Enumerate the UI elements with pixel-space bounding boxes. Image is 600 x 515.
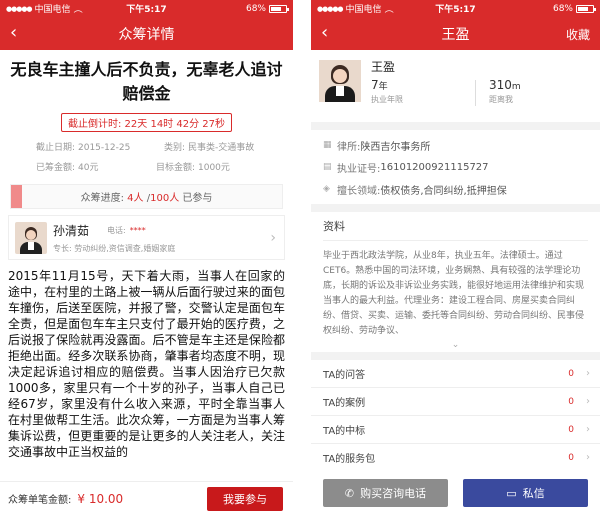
crowdfunding-detail-screen: ●●●●● 中国电信 ︵ 下午5:17 68% ‹ 众筹详情 无良车主撞人后不负责，…: [0, 0, 293, 515]
firm-row: ▦ 律所: 陕西吉尔事务所: [323, 134, 588, 156]
distance-stat: 310m 距离我: [489, 78, 521, 104]
bio-section: 资料 毕业于西北政法学院，从业8年，执业五年。法律硕士。通过CET6。熟悉中国的…: [311, 212, 600, 352]
status-bar: ●●●●● 中国电信 ︵ 下午5:17 68%: [311, 0, 600, 17]
lawyer-specialty: 专长: 劳动纠纷,资信调查,婚姻家庭: [53, 243, 176, 253]
battery-percent: 68%: [245, 3, 266, 14]
activity-list: TA的问答 0 › TA的案例 0 › TA的中标 0 › TA的服务包 0 ›: [311, 360, 600, 472]
wifi-icon: ︵: [384, 5, 394, 15]
carrier-label: 中国电信: [34, 5, 71, 15]
raised-value: 40元: [78, 163, 99, 173]
battery-icon: [576, 4, 596, 13]
chevron-right-icon: ›: [586, 452, 590, 463]
license-row: ▤ 执业证号: 16101200921115727: [323, 161, 489, 175]
lawyer-details: ▦ 律所: 陕西吉尔事务所 ▤ 执业证号: 16101200921115727 ◈ 擅…: [311, 130, 600, 204]
bio-text: 毕业于西北政法学院，从业8年，执业五年。法律硕士。通过CET6。熟悉中国的司法环…: [323, 251, 585, 336]
bottom-bar: 众筹单笔金额: ¥ 10.00 我要参与: [0, 481, 293, 515]
bio-title: 资料: [323, 218, 588, 241]
raised-label: 已筹金额:: [35, 163, 75, 173]
tag-icon: ◈: [323, 184, 330, 194]
divider: [475, 80, 476, 106]
nav-bar: ‹ 众筹详情: [0, 17, 293, 50]
profile-header: 王盈 7年 执业年限 310m 距离我: [311, 50, 600, 122]
case-description: 2015年11月15号，天下着大雨，当事人在回家的途中，在村里的土路上被一辆从后…: [8, 269, 285, 459]
license-value: 16101200921115727: [380, 161, 489, 173]
list-item-bids[interactable]: TA的中标 0 ›: [311, 416, 600, 444]
phone-value: ****: [129, 225, 146, 235]
license-icon: ▤: [323, 162, 332, 172]
buy-call-button[interactable]: ✆ 购买咨询电话: [323, 479, 448, 507]
progress-text: 众筹进度: 4人 /100人 已参与: [80, 193, 213, 204]
page-title: 王盈: [441, 26, 470, 43]
deadline-value: 2015-12-25: [78, 143, 131, 153]
amount-label: 众筹单笔金额:: [8, 495, 72, 506]
chevron-right-icon: ›: [586, 368, 590, 379]
signal-icon: ●●●●●: [317, 4, 344, 13]
lawyer-card[interactable]: 孙清茹 电话: **** 专长: 劳动纠纷,资信调查,婚姻家庭 ›: [8, 215, 285, 260]
areas-row: ◈ 擅长领域: 债权债务,合同纠纷,抵押担保: [323, 178, 588, 200]
favorite-button[interactable]: 收藏: [566, 26, 590, 43]
chevron-right-icon: ›: [586, 424, 590, 435]
info-row: 截止日期: 2015-12-25 类别: 民事类-交通事故: [0, 138, 293, 158]
building-icon: ▦: [323, 140, 332, 150]
page-title: 众筹详情: [118, 26, 175, 43]
message-button[interactable]: ▭ 私信: [463, 479, 588, 507]
chat-icon: ▭: [506, 486, 517, 500]
battery-percent: 68%: [552, 3, 573, 14]
back-icon[interactable]: ‹: [10, 23, 17, 43]
status-bar: ●●●●● 中国电信 ︵ 下午5:17 68%: [0, 0, 293, 17]
firm-value: 陕西吉尔事务所: [360, 141, 431, 153]
battery-icon: [269, 4, 289, 13]
lawyer-name: 王盈: [371, 60, 396, 74]
lawyer-name: 孙清茹: [53, 223, 90, 238]
target-value: 1000元: [198, 163, 230, 173]
signal-icon: ●●●●●: [6, 4, 33, 13]
phone-icon: ✆: [344, 486, 355, 500]
join-button[interactable]: 我要参与: [207, 487, 283, 511]
back-icon[interactable]: ‹: [321, 23, 328, 43]
expand-icon[interactable]: ⌄: [311, 340, 600, 350]
progress-fill: [11, 185, 22, 208]
carrier-label: 中国电信: [345, 5, 382, 15]
avatar: [15, 221, 47, 254]
list-item-packages[interactable]: TA的服务包 0 ›: [311, 444, 600, 472]
areas-value: 债权债务,合同纠纷,抵押担保: [380, 185, 507, 197]
chevron-right-icon: ›: [586, 396, 590, 407]
lawyer-profile-screen: ●●●●● 中国电信 ︵ 下午5:17 68% ‹ 王盈 收藏 王盈 7年 执业年限 …: [311, 0, 600, 515]
countdown-timer: 截止倒计时: 22天 14时 42分 27秒: [61, 113, 232, 132]
phone-label: 电话:: [107, 225, 126, 235]
deadline-label: 截止日期:: [35, 143, 75, 153]
avatar: [319, 60, 361, 102]
info-row: 已筹金额: 40元 目标金额: 1000元: [0, 158, 293, 178]
category-value: 民事类-交通事故: [188, 143, 255, 153]
progress-bar: 众筹进度: 4人 /100人 已参与: [10, 184, 283, 209]
amount-value: ¥ 10.00: [77, 491, 124, 506]
list-item-cases[interactable]: TA的案例 0 ›: [311, 388, 600, 416]
wifi-icon: ︵: [73, 5, 83, 15]
target-label: 目标金额:: [155, 163, 195, 173]
category-label: 类别:: [163, 143, 185, 153]
list-item-qa[interactable]: TA的问答 0 ›: [311, 360, 600, 388]
bottom-bar: ✆ 购买咨询电话 ▭ 私信: [311, 471, 600, 515]
chevron-right-icon: ›: [270, 230, 276, 246]
case-info: 截止日期: 2015-12-25 类别: 民事类-交通事故 已筹金额: 40元 …: [0, 138, 293, 178]
years-stat: 7年 执业年限: [371, 78, 403, 104]
nav-bar: ‹ 王盈 收藏: [311, 17, 600, 50]
case-title: 无良车主撞人后不负责，无辜老人追讨赔偿金: [10, 60, 283, 103]
